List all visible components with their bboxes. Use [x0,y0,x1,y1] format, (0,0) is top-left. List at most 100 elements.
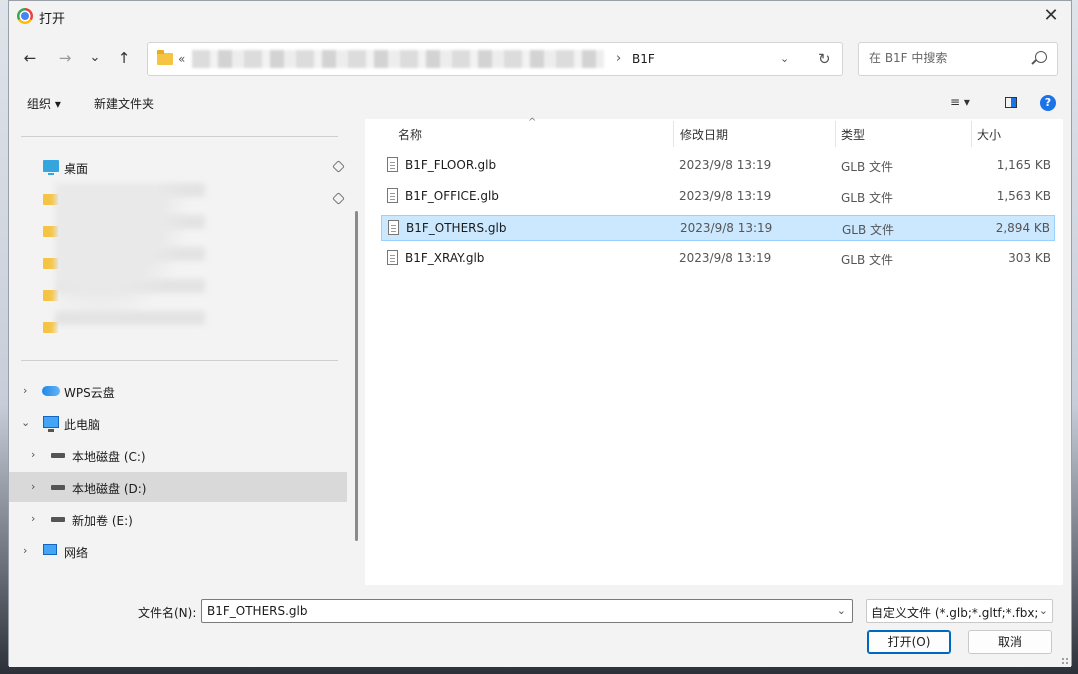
column-size[interactable]: 大小 [977,126,1001,143]
chevron-down-icon[interactable]: ⌄ [837,604,846,617]
navigation-bar: ← → ⌄ ↑ « › B1F ⌄ ↻ [9,37,1071,81]
sidebar-item-label: 本地磁盘 (D:) [72,482,147,496]
sidebar-item-wps-cloud[interactable]: › WPS云盘 [9,376,347,406]
address-dropdown-icon[interactable]: ⌄ [780,52,789,65]
computer-icon [43,416,59,432]
file-date: 2023/9/8 13:19 [679,251,772,265]
breadcrumb-overflow[interactable]: « [178,52,185,66]
blurred-region [55,183,205,343]
desktop-icon [43,160,59,175]
file-row[interactable]: B1F_XRAY.glb 2023/9/8 13:19 GLB 文件 303 K… [381,246,1055,272]
back-button[interactable]: ← [18,47,42,71]
column-date[interactable]: 修改日期 [680,126,728,143]
divider [21,360,338,361]
help-icon[interactable]: ? [1040,95,1056,111]
file-date: 2023/9/8 13:19 [680,221,773,235]
up-button[interactable]: ↑ [112,47,136,71]
sidebar-item-network[interactable]: › 网络 [9,536,347,566]
file-icon [388,220,399,235]
pin-icon[interactable] [332,192,345,205]
cancel-button[interactable]: 取消 [968,630,1052,654]
file-type: GLB 文件 [842,223,895,237]
recent-locations-button[interactable]: ⌄ [83,47,107,71]
file-row[interactable]: B1F_OFFICE.glb 2023/9/8 13:19 GLB 文件 1,5… [381,184,1055,210]
file-name: B1F_OFFICE.glb [405,189,499,203]
file-row-selected[interactable]: B1F_OTHERS.glb 2023/9/8 13:19 GLB 文件 2,8… [381,215,1055,241]
forward-button[interactable]: → [53,47,77,71]
file-name: B1F_XRAY.glb [405,251,485,265]
drive-icon [51,517,65,522]
column-header: ^ 名称 修改日期 类型 大小 [365,117,1063,149]
sidebar-item-label: 本地磁盘 (C:) [72,450,146,464]
file-size: 1,165 KB [996,158,1051,172]
network-icon [43,544,57,555]
file-type: GLB 文件 [841,160,894,174]
drive-icon [51,485,65,490]
sidebar-item-label: 新加卷 (E:) [72,514,133,528]
sidebar-item-drive-d[interactable]: › 本地磁盘 (D:) [9,472,347,502]
preview-pane-icon[interactable] [1005,97,1017,108]
filename-input[interactable] [205,603,829,619]
divider [21,136,338,137]
filename-label: 文件名(N): [138,606,197,620]
folder-icon [157,50,173,65]
open-button[interactable]: 打开(O) [867,630,951,654]
close-button[interactable]: ✕ [1031,1,1071,31]
column-divider[interactable] [673,121,674,147]
file-icon [387,250,398,265]
new-folder-button[interactable]: 新建文件夹 [94,95,154,112]
search-box[interactable] [858,42,1058,76]
sidebar-item-label: 桌面 [64,162,89,176]
scrollbar[interactable] [355,211,358,541]
file-row[interactable]: B1F_FLOOR.glb 2023/9/8 13:19 GLB 文件 1,16… [381,153,1055,179]
drive-icon [51,453,65,458]
chevron-down-icon[interactable]: ⌄ [21,416,30,429]
sidebar-item-desktop[interactable]: 桌面 [9,152,347,182]
file-size: 1,563 KB [996,189,1051,203]
chevron-right-icon[interactable]: › [23,544,27,557]
filetype-value: 自定义文件 (*.glb;*.gltf;*.fbx;*. [871,606,1049,620]
file-type: GLB 文件 [841,253,894,267]
dialog-footer: 文件名(N): ⌄ 自定义文件 (*.glb;*.gltf;*.fbx;*. ⌄… [9,585,1071,667]
refresh-icon[interactable]: ↻ [818,50,831,68]
search-input[interactable] [867,50,1021,66]
sidebar-item-label: 网络 [64,546,89,560]
file-size: 2,894 KB [995,221,1050,235]
chevron-right-icon[interactable]: › [31,448,35,461]
filename-combobox[interactable]: ⌄ [201,599,853,623]
column-divider[interactable] [971,121,972,147]
file-icon [387,188,398,203]
filetype-select[interactable]: 自定义文件 (*.glb;*.gltf;*.fbx;*. ⌄ [866,599,1053,623]
address-bar[interactable]: « › B1F ⌄ ↻ [147,42,843,76]
column-name[interactable]: 名称 [398,126,422,143]
sort-ascending-icon: ^ [528,117,537,128]
chevron-right-icon[interactable]: › [23,384,27,397]
sidebar-item-label: WPS云盘 [64,386,115,400]
resize-grip-icon[interactable] [1061,657,1069,665]
file-name: B1F_FLOOR.glb [405,158,497,172]
chevron-down-icon[interactable]: ⌄ [1036,604,1048,617]
file-name: B1F_OTHERS.glb [406,221,507,235]
search-icon[interactable] [1035,51,1047,63]
sidebar-item-this-pc[interactable]: ⌄ 此电脑 [9,408,347,438]
column-divider[interactable] [835,121,836,147]
chevron-right-icon[interactable]: › [31,512,35,525]
chevron-right-icon[interactable]: › [31,480,35,493]
breadcrumb-blurred-path [192,50,604,68]
view-menu-icon[interactable]: ≡ ▾ [950,95,970,109]
sidebar-item-drive-c[interactable]: › 本地磁盘 (C:) [9,440,347,470]
pin-icon[interactable] [332,160,345,173]
file-date: 2023/9/8 13:19 [679,158,772,172]
cloud-icon [42,386,60,396]
breadcrumb-current[interactable]: B1F [632,52,655,66]
sidebar-item-label: 此电脑 [64,418,101,432]
file-icon [387,157,398,172]
file-date: 2023/9/8 13:19 [679,189,772,203]
column-type[interactable]: 类型 [841,126,865,143]
file-type: GLB 文件 [841,191,894,205]
navigation-pane: 桌面 › WPS云盘 ⌄ 此电脑 › 本地磁盘 (C:) › 本地磁盘 (D:)… [9,119,358,585]
organize-button[interactable]: 组织 ▾ [27,95,61,112]
breadcrumb-separator-icon[interactable]: › [616,51,621,66]
sidebar-item-drive-e[interactable]: › 新加卷 (E:) [9,504,347,534]
title-bar: 打开 ✕ [9,1,1071,31]
